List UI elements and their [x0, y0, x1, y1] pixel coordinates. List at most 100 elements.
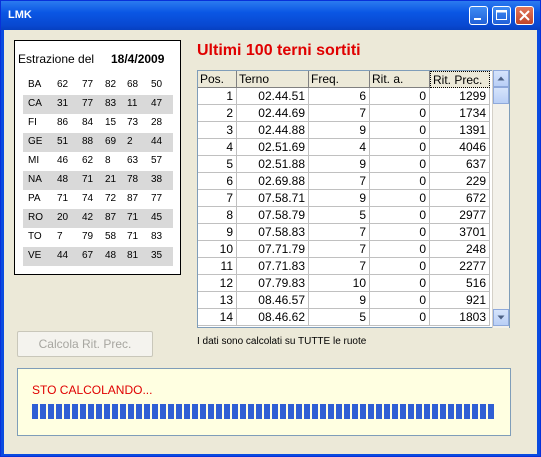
estrazione-date: 18/4/2009 — [111, 52, 165, 66]
cell-freq: 7 — [309, 105, 370, 122]
cell-rit-a: 0 — [370, 258, 430, 275]
progress-segment — [72, 404, 78, 419]
scroll-down-button[interactable] — [493, 309, 509, 326]
cell-terno: 02.44.69 — [237, 105, 309, 122]
calcola-rit-prec-button[interactable]: Calcola Rit. Prec. — [17, 331, 153, 357]
cell-freq: 7 — [309, 241, 370, 258]
column-header-pos[interactable]: Pos. — [198, 71, 237, 88]
cell-rit-a: 0 — [370, 105, 430, 122]
cell-rit-a: 0 — [370, 88, 430, 105]
progress-segment — [296, 404, 302, 419]
cell-terno: 02.69.88 — [237, 173, 309, 190]
progress-segment — [88, 404, 94, 419]
maximize-button[interactable] — [492, 6, 511, 25]
wheel-number: 87 — [105, 212, 117, 223]
cell-rit-a: 0 — [370, 207, 430, 224]
wheel-row: BA 62 77 82 68 50 — [23, 76, 173, 95]
terni-grid[interactable]: Pos. Terno Freq. Rit. a. Rit. Prec. 1 02.44.5… — [197, 70, 510, 328]
cell-pos: 3 — [198, 122, 237, 139]
cell-terno: 07.58.79 — [237, 207, 309, 224]
wheel-number: 45 — [151, 212, 163, 223]
progress-segment — [184, 404, 190, 419]
progress-segment — [160, 404, 166, 419]
cell-freq: 9 — [309, 122, 370, 139]
minimize-button[interactable] — [469, 6, 488, 25]
cell-pos: 10 — [198, 241, 237, 258]
wheel-number: 44 — [151, 136, 163, 147]
status-text: STO CALCOLANDO... — [32, 383, 153, 397]
cell-freq: 5 — [309, 207, 370, 224]
wheel-row: FI 86 84 15 73 28 — [23, 114, 173, 133]
wheel-name: VE — [28, 250, 42, 261]
wheel-number: 83 — [105, 98, 117, 109]
wheel-number: 28 — [151, 117, 163, 128]
column-header-rit-a[interactable]: Rit. a. — [370, 71, 430, 88]
title-bar[interactable]: LMK — [1, 1, 540, 30]
cell-rit-prec: 2277 — [430, 258, 490, 275]
wheel-number: 82 — [105, 79, 117, 90]
wheel-number: 73 — [127, 117, 139, 128]
column-header-rit-prec[interactable]: Rit. Prec. — [430, 71, 490, 88]
cell-freq: 9 — [309, 156, 370, 173]
cell-freq: 5 — [309, 309, 370, 326]
wheel-number: 47 — [151, 98, 163, 109]
progress-segment — [56, 404, 62, 419]
wheel-number: 46 — [57, 155, 69, 166]
close-button[interactable] — [515, 6, 534, 25]
cell-rit-a: 0 — [370, 122, 430, 139]
cell-freq: 7 — [309, 224, 370, 241]
progress-segment — [168, 404, 174, 419]
scroll-up-button[interactable] — [493, 70, 509, 87]
wheel-number: 48 — [57, 174, 69, 185]
cell-terno: 02.44.51 — [237, 88, 309, 105]
close-icon — [519, 10, 530, 21]
window-title: LMK — [8, 9, 32, 21]
arrow-up-icon — [497, 76, 505, 81]
estrazione-label: Estrazione del — [18, 52, 95, 66]
cell-freq: 10 — [309, 275, 370, 292]
scroll-thumb[interactable] — [493, 87, 509, 104]
cell-terno: 07.58.71 — [237, 190, 309, 207]
wheel-row: GE 51 88 69 2 44 — [23, 133, 173, 152]
cell-pos: 12 — [198, 275, 237, 292]
status-panel: STO CALCOLANDO... — [17, 368, 511, 436]
cell-pos: 14 — [198, 309, 237, 326]
progress-segment — [104, 404, 110, 419]
progress-segment — [368, 404, 374, 419]
progress-segment — [440, 404, 446, 419]
progress-segment — [264, 404, 270, 419]
wheel-row: RO 20 42 87 71 45 — [23, 209, 173, 228]
progress-segment — [240, 404, 246, 419]
progress-segment — [312, 404, 318, 419]
wheel-number: 79 — [82, 231, 94, 242]
wheel-number: 78 — [127, 174, 139, 185]
progress-segment — [424, 404, 430, 419]
cell-rit-prec: 672 — [430, 190, 490, 207]
wheel-number: 84 — [82, 117, 94, 128]
progress-segment — [344, 404, 350, 419]
wheel-row: VE 44 67 48 81 35 — [23, 247, 173, 266]
cell-rit-a: 0 — [370, 275, 430, 292]
wheel-number: 35 — [151, 250, 163, 261]
column-header-freq[interactable]: Freq. — [309, 71, 370, 88]
wheel-name: TO — [28, 231, 42, 242]
grid-scrollbar[interactable] — [492, 70, 509, 328]
wheel-number: 88 — [82, 136, 94, 147]
wheel-row: TO 7 79 58 71 83 — [23, 228, 173, 247]
cell-freq: 9 — [309, 190, 370, 207]
cell-pos: 9 — [198, 224, 237, 241]
cell-rit-a: 0 — [370, 173, 430, 190]
wheel-number: 51 — [57, 136, 69, 147]
progress-segment — [32, 404, 38, 419]
wheel-number: 71 — [57, 193, 69, 204]
column-header-terno[interactable]: Terno — [237, 71, 309, 88]
wheel-number: 50 — [151, 79, 163, 90]
progress-segment — [136, 404, 142, 419]
wheel-number: 62 — [57, 79, 69, 90]
progress-segment — [232, 404, 238, 419]
progress-segment — [224, 404, 230, 419]
wheel-number: 20 — [57, 212, 69, 223]
wheel-number: 71 — [127, 212, 139, 223]
progress-segment — [64, 404, 70, 419]
wheels-table: BA 62 77 82 68 50 CA 31 77 83 11 47 FI 86 84 15 73 28 GE 51… — [23, 76, 173, 266]
